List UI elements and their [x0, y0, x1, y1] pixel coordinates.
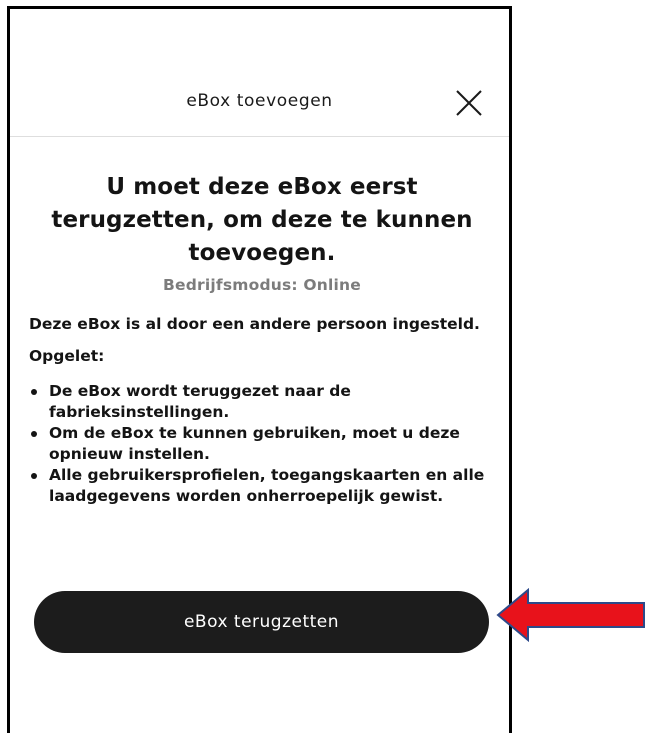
dialog-header: eBox toevoegen	[10, 9, 509, 137]
bullet-icon	[31, 473, 37, 479]
list-item-text: Alle gebruikersprofielen, toegangskaarte…	[49, 466, 485, 505]
screenshot-stage: eBox toevoegen U moet deze eBox eerst te…	[0, 0, 648, 733]
list-item: Om de eBox te kunnen gebruiken, moet u d…	[27, 423, 497, 465]
bullet-icon	[31, 389, 37, 395]
header-title: eBox toevoegen	[186, 91, 333, 111]
app-screen: eBox toevoegen U moet deze eBox eerst te…	[7, 6, 512, 733]
list-item: De eBox wordt teruggezet naar de fabriek…	[27, 381, 497, 423]
list-item-text: Om de eBox te kunnen gebruiken, moet u d…	[49, 424, 460, 463]
operating-mode-label: Bedrijfsmodus: Online	[163, 276, 361, 294]
bullet-icon	[31, 431, 37, 437]
page-heading: U moet deze eBox eerst terugzetten, om d…	[51, 174, 473, 266]
dialog-content: U moet deze eBox eerst terugzetten, om d…	[27, 171, 497, 507]
close-icon[interactable]	[452, 86, 486, 120]
warning-label: Opgelet:	[29, 347, 105, 365]
description-text: Deze eBox is al door een andere persoon …	[29, 315, 480, 333]
list-item: Alle gebruikersprofielen, toegangskaarte…	[27, 465, 497, 507]
reset-ebox-button[interactable]: eBox terugzetten	[34, 591, 489, 653]
list-item-text: De eBox wordt teruggezet naar de fabriek…	[49, 382, 351, 421]
left-arrow-icon	[496, 587, 646, 643]
warning-list: De eBox wordt teruggezet naar de fabriek…	[27, 381, 497, 507]
